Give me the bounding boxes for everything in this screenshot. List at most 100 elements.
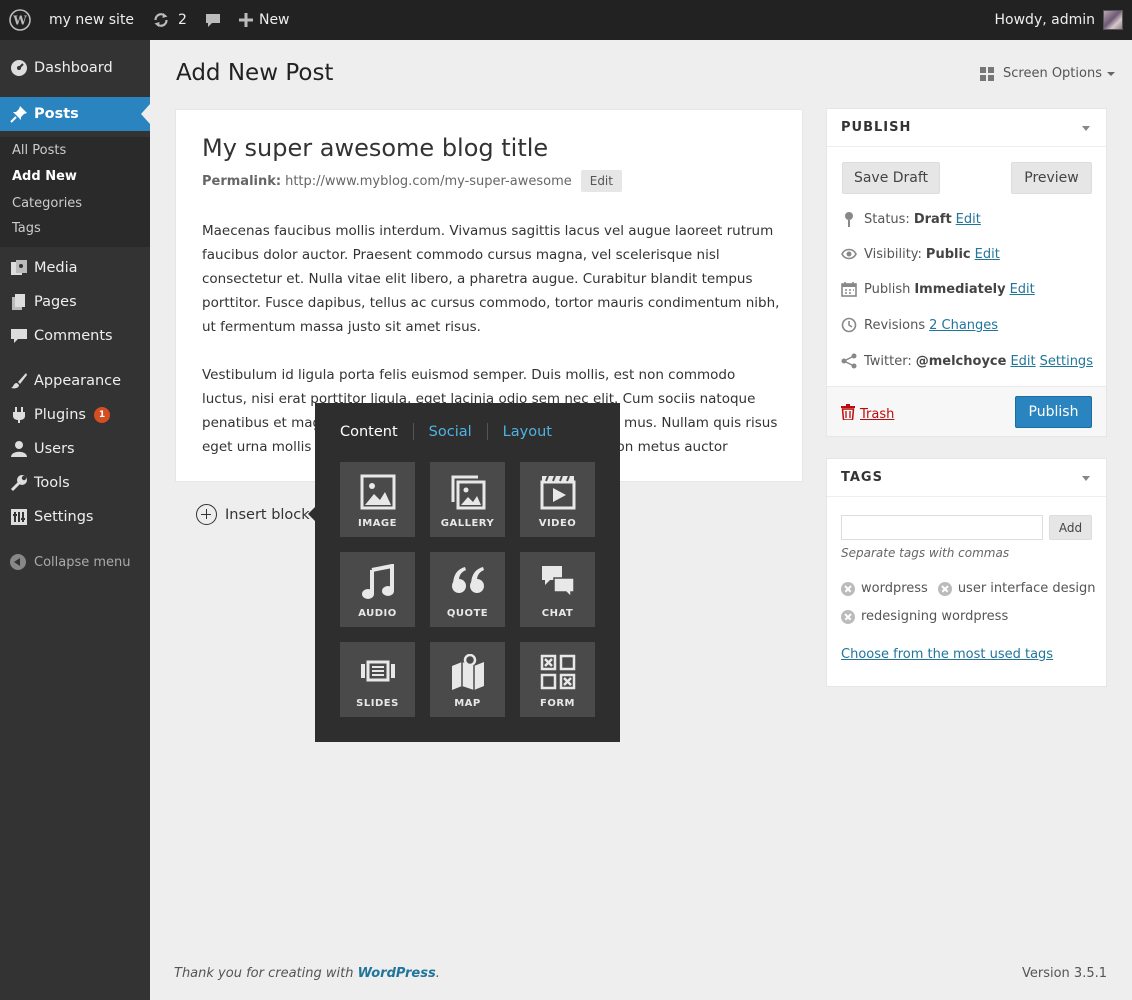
sidebar-item-users[interactable]: Users: [0, 432, 150, 466]
footer-thanks-text: Thank you for creating with: [174, 966, 354, 981]
tag-label: redesigning wordpress: [861, 609, 1009, 624]
permalink-edit-button[interactable]: Edit: [580, 170, 622, 192]
tags-box-header[interactable]: TAGS: [827, 459, 1106, 497]
posts-submenu: All Posts Add New Categories Tags: [0, 137, 150, 247]
block-audio[interactable]: AUDIO: [340, 552, 415, 627]
add-tag-button[interactable]: Add: [1049, 515, 1092, 540]
updates-count: 2: [178, 12, 187, 28]
tab-content[interactable]: Content: [340, 424, 398, 440]
status-edit-link[interactable]: Edit: [956, 212, 981, 227]
block-label: CHAT: [541, 608, 574, 619]
block-label: QUOTE: [446, 608, 489, 619]
howdy-text: Howdy, admin: [994, 12, 1095, 28]
account-menu[interactable]: Howdy, admin: [995, 10, 1132, 30]
revisions-link[interactable]: 2 Changes: [929, 318, 998, 333]
sidebar-item-appearance[interactable]: Appearance: [0, 364, 150, 398]
new-content-button[interactable]: New: [230, 0, 299, 40]
block-gallery[interactable]: GALLERY: [430, 462, 505, 537]
preview-button[interactable]: Preview: [1011, 162, 1092, 194]
tag-label: wordpress: [861, 581, 928, 596]
tab-social[interactable]: Social: [429, 424, 472, 440]
footer-version: Version 3.5.1: [1021, 966, 1107, 981]
add-circle-icon: [196, 504, 217, 525]
submenu-categories[interactable]: Categories: [12, 196, 82, 211]
tag-input[interactable]: [841, 515, 1043, 540]
svg-text:W: W: [12, 14, 27, 28]
toggle-arrow-icon[interactable]: [1082, 126, 1090, 131]
visibility-value: Public: [925, 246, 971, 262]
tag-label: user interface design: [957, 581, 1096, 596]
music-note-icon: [360, 563, 396, 608]
tab-layout[interactable]: Layout: [503, 424, 552, 440]
trash-link[interactable]: Trash: [841, 404, 894, 424]
tag-item: user interface design: [937, 581, 1096, 596]
avatar: [1103, 10, 1123, 30]
sidebar-item-pages[interactable]: Pages: [0, 285, 150, 319]
permalink-url[interactable]: http://www.myblog.com/my-super-awesome: [285, 174, 572, 189]
video-icon: [540, 474, 576, 518]
submenu-add-new[interactable]: Add New: [12, 169, 77, 184]
updates-button[interactable]: 2: [143, 0, 196, 40]
twitter-edit-link[interactable]: Edit: [1010, 354, 1035, 369]
visibility-edit-link[interactable]: Edit: [975, 247, 1000, 262]
sidebar-item-media[interactable]: Media: [0, 251, 150, 285]
status-value: Draft: [913, 211, 952, 227]
sidebar-item-label: Settings: [34, 509, 94, 525]
publish-box-header[interactable]: PUBLISH: [827, 109, 1106, 147]
plugins-update-badge: 1: [93, 407, 110, 423]
remove-tag-icon[interactable]: [841, 581, 855, 596]
comments-button[interactable]: [196, 0, 230, 40]
twitter-settings-link[interactable]: Settings: [1040, 354, 1093, 369]
toggle-arrow-icon[interactable]: [1082, 476, 1090, 481]
sidebar-item-label: Media: [34, 260, 78, 276]
sidebar-item-tools[interactable]: Tools: [0, 466, 150, 500]
publish-box: PUBLISH Save Draft Preview Status: Draft…: [826, 108, 1107, 437]
insert-block-button[interactable]: Insert block: [196, 504, 310, 525]
comment-icon: [205, 12, 221, 28]
site-name-link[interactable]: my new site: [40, 0, 143, 40]
tags-hint: Separate tags with commas: [841, 546, 1010, 560]
permalink-label: Permalink:: [202, 173, 282, 189]
sidebar-item-comments[interactable]: Comments: [0, 319, 150, 353]
save-draft-button[interactable]: Save Draft: [842, 162, 940, 194]
block-label: GALLERY: [440, 518, 495, 529]
publish-date-value: Immediately: [914, 281, 1006, 297]
wordpress-logo-button[interactable]: W: [0, 0, 40, 40]
collapse-menu-button[interactable]: Collapse menu: [10, 554, 131, 570]
sidebar-item-settings[interactable]: Settings: [0, 500, 150, 534]
remove-tag-icon[interactable]: [841, 609, 855, 624]
choose-tags-link[interactable]: Choose from the most used tags: [841, 647, 1053, 662]
block-video[interactable]: VIDEO: [520, 462, 595, 537]
block-slides[interactable]: SLIDES: [340, 642, 415, 717]
sidebar-item-posts[interactable]: Posts: [0, 97, 150, 131]
submenu-all-posts[interactable]: All Posts: [12, 143, 66, 158]
block-image[interactable]: IMAGE: [340, 462, 415, 537]
block-quote[interactable]: QUOTE: [430, 552, 505, 627]
wordpress-link[interactable]: WordPress: [358, 966, 436, 981]
submenu-tags[interactable]: Tags: [12, 221, 41, 236]
post-paragraph-1[interactable]: Maecenas faucibus mollis interdum. Vivam…: [202, 219, 782, 339]
screen-options-button[interactable]: Screen Options: [980, 66, 1115, 81]
sidebar-item-label: Users: [34, 441, 75, 457]
block-chat[interactable]: CHAT: [520, 552, 595, 627]
status-row: Status: Draft Edit: [841, 211, 981, 227]
status-label: Status:: [864, 211, 910, 227]
grid-icon: [980, 66, 994, 81]
tags-box: TAGS Add Separate tags with commas wordp…: [826, 458, 1107, 687]
remove-tag-icon[interactable]: [937, 581, 952, 596]
twitter-value: @melchoyce: [915, 353, 1007, 369]
block-form[interactable]: FORM: [520, 642, 595, 717]
post-title-input[interactable]: My super awesome blog title: [202, 134, 548, 162]
sidebar-item-plugins[interactable]: Plugins 1: [0, 398, 150, 432]
block-map[interactable]: MAP: [430, 642, 505, 717]
media-icon: [10, 259, 28, 277]
plug-icon: [10, 406, 28, 424]
chat-icon: [540, 564, 576, 608]
eye-icon: [841, 246, 857, 262]
publish-date-edit-link[interactable]: Edit: [1010, 282, 1035, 297]
tag-list-row: wordpress user interface design: [841, 581, 1106, 596]
block-label: IMAGE: [358, 518, 397, 529]
block-label: FORM: [540, 698, 575, 709]
sidebar-item-dashboard[interactable]: Dashboard: [0, 51, 150, 85]
publish-button[interactable]: Publish: [1015, 396, 1092, 428]
